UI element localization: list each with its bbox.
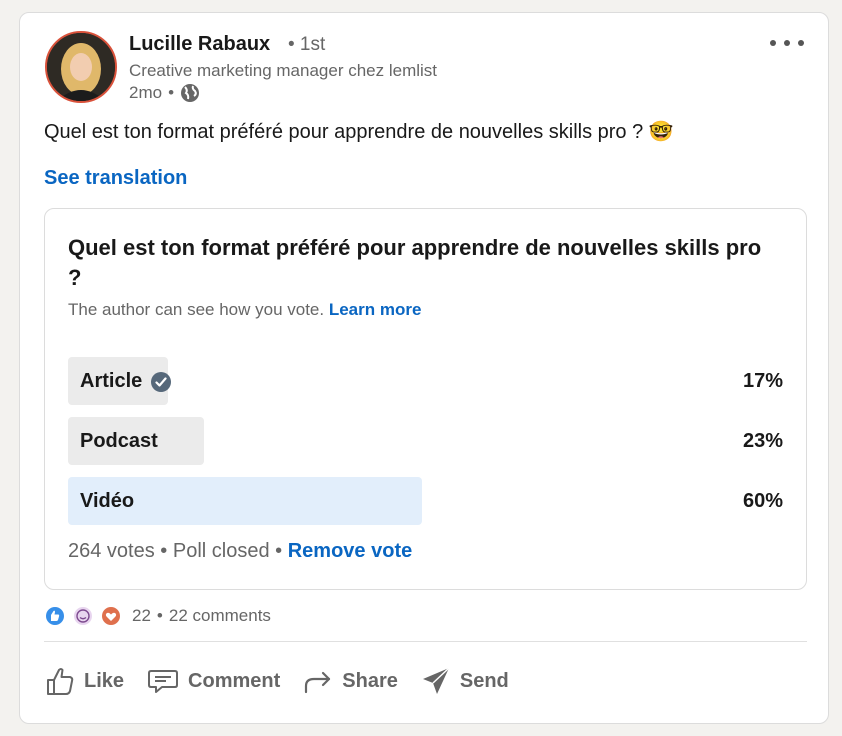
action-bar: Like Comment Share Send	[44, 665, 531, 697]
post-card: Lucille Rabaux • 1st Creative marketing …	[19, 12, 829, 724]
send-label: Send	[459, 669, 509, 692]
share-button[interactable]: Share	[302, 665, 398, 697]
footer-separator: •	[160, 540, 168, 562]
author-avatar[interactable]	[45, 31, 117, 103]
poll-footer: 264 votes • Poll closed • Remove vote	[68, 540, 412, 563]
remove-vote-link[interactable]: Remove vote	[288, 540, 413, 562]
poll-option-percent: 60%	[742, 490, 783, 512]
poll-option-text: Article	[80, 370, 143, 392]
poll-option-percent: 23%	[742, 430, 783, 452]
poll-option-text: Podcast	[80, 430, 158, 452]
see-translation-link[interactable]: See translation	[44, 167, 187, 190]
love-icon	[100, 605, 122, 627]
vote-count: 264 votes	[68, 540, 155, 562]
like-label: Like	[84, 669, 125, 692]
like-button[interactable]: Like	[44, 665, 124, 697]
post-meta: 2mo •	[129, 83, 200, 103]
poll-status: Poll closed	[172, 540, 270, 562]
comments-count[interactable]: 22 comments	[169, 606, 271, 626]
share-label: Share	[342, 669, 398, 692]
poll-option-article: Article 17%	[68, 357, 783, 405]
comment-label: Comment	[188, 669, 281, 692]
connection-degree: • 1st	[288, 34, 326, 55]
share-icon	[305, 671, 331, 694]
poll-option-podcast: Podcast 23%	[68, 417, 783, 465]
comment-icon	[148, 670, 179, 693]
thumbs-up-icon	[47, 668, 74, 695]
send-icon	[422, 667, 450, 694]
comment-button[interactable]: Comment	[146, 665, 280, 697]
meta-separator: •	[168, 83, 175, 102]
poll-option-label: Vidéo	[80, 490, 134, 513]
voted-check-icon	[150, 371, 172, 393]
send-button[interactable]: Send	[420, 665, 509, 697]
reactions-summary[interactable]: 22 • 22 comments	[44, 605, 271, 627]
post-text: Quel est ton format préféré pour apprend…	[44, 121, 674, 143]
globe-icon	[180, 83, 200, 103]
post-time: 2mo	[129, 83, 163, 102]
divider	[44, 641, 807, 642]
funny-icon	[72, 605, 94, 627]
more-options-icon[interactable]	[770, 33, 804, 53]
poll-option-video: Vidéo 60%	[68, 477, 783, 525]
poll-option-percent: 17%	[742, 370, 783, 392]
poll: Quel est ton format préféré pour apprend…	[44, 208, 807, 590]
like-icon	[44, 605, 66, 627]
poll-note-text: The author can see how you vote.	[68, 300, 325, 319]
poll-question: Quel est ton format préféré pour apprend…	[68, 235, 762, 290]
learn-more-link[interactable]: Learn more	[329, 300, 422, 319]
author-name[interactable]: Lucille Rabaux	[129, 33, 270, 56]
social-separator: •	[156, 606, 163, 625]
reaction-count: 22	[132, 606, 151, 625]
poll-option-label: Podcast	[80, 430, 158, 453]
author-headline: Creative marketing manager chez lemlist	[129, 61, 438, 80]
poll-note: The author can see how you vote. Learn m…	[68, 300, 421, 320]
poll-option-label: Article	[80, 370, 172, 393]
footer-separator: •	[275, 540, 283, 562]
poll-option-text: Vidéo	[80, 490, 135, 512]
